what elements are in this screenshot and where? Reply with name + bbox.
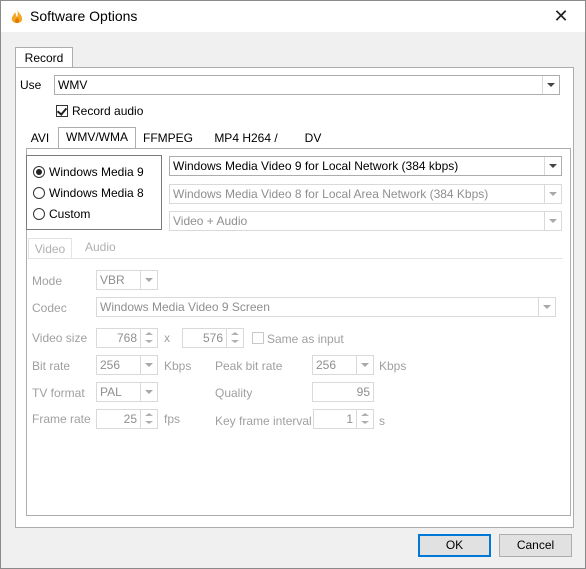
key-frame-unit: s [379,414,385,428]
frame-rate-spinner: 25 [96,409,158,429]
spin-arrows-icon [356,410,373,428]
peak-bitrate-value: 256 [316,358,337,372]
x-label: x [164,331,170,345]
check-icon [56,105,68,116]
close-icon[interactable]: ✕ [549,5,573,27]
cancel-button[interactable]: Cancel [499,534,572,557]
title-bar: Software Options ✕ [1,1,585,32]
quality-value: 95 [356,385,370,399]
tab-audio: Audio [85,240,116,254]
use-select-value: WMV [58,78,88,92]
codec-label: Codec [32,301,67,315]
fps-unit: fps [164,412,181,426]
chevron-down-icon [140,356,157,374]
radio-custom-label: Custom [49,207,91,221]
bitrate-value: 256 [100,358,121,372]
mode-select: VBR [96,270,158,290]
quality-field: 95 [312,382,374,402]
tab-ffmpeg[interactable]: FFMPEG [143,129,193,148]
radio-wm9-label: Windows Media 9 [49,165,144,179]
video-width-spinner: 768 [96,328,158,348]
ok-button[interactable]: OK [418,534,491,557]
video-height-value: 576 [202,331,223,345]
flame-icon [11,9,23,24]
custom-profile-value: Video + Audio [173,214,248,228]
spin-arrows-icon [226,329,243,347]
chevron-down-icon [544,185,561,203]
chevron-down-icon [356,356,373,374]
codec-select: Windows Media Video 9 Screen [96,297,556,317]
radio-wm9[interactable] [33,166,45,178]
tab-avi[interactable]: AVI [30,129,50,148]
chevron-down-icon [140,383,157,401]
wm8-profile-select: Windows Media Video 8 for Local Area Net… [169,184,562,204]
software-options-dialog: Software Options ✕ Record Use WMV Record… [0,0,586,569]
key-frame-spinner: 1 [313,409,374,429]
chevron-down-icon [538,298,555,316]
quality-label: Quality [215,386,253,400]
wm9-profile-value: Windows Media Video 9 for Local Network … [173,159,459,173]
tab-wmv-wma[interactable]: WMV/WMA [58,127,136,150]
tab-record[interactable]: Record [15,47,73,69]
chevron-down-icon [140,271,157,289]
spin-arrows-icon [140,410,157,428]
tab-video: Video [28,238,72,259]
window-title: Software Options [30,8,138,24]
peak-bitrate-select: 256 [312,355,374,375]
chevron-down-icon[interactable] [544,157,561,175]
same-as-input-checkbox [252,332,264,344]
key-frame-label: Key frame interval [215,414,312,428]
video-settings-panel [28,258,563,499]
peak-bitrate-label: Peak bit rate [215,359,283,373]
tv-format-select: PAL [96,382,158,402]
peak-bitrate-unit: Kbps [379,359,407,373]
mode-value: VBR [100,273,125,287]
bitrate-unit: Kbps [164,359,192,373]
custom-profile-select: Video + Audio [169,211,562,231]
same-as-input-label: Same as input [267,332,344,346]
radio-custom[interactable] [33,208,45,220]
spin-arrows-icon [140,329,157,347]
tab-dv[interactable]: DV [304,129,322,148]
radio-wm8[interactable] [33,187,45,199]
tab-mp4[interactable]: MP4 H264 / MP4 [204,129,288,164]
radio-wm8-label: Windows Media 8 [49,186,144,200]
key-frame-value: 1 [346,412,353,426]
frame-rate-value: 25 [123,412,137,426]
video-width-value: 768 [116,331,137,345]
wm9-profile-select[interactable]: Windows Media Video 9 for Local Network … [169,156,562,176]
record-audio-label: Record audio [72,104,144,118]
use-select[interactable]: WMV [54,75,560,95]
tv-format-value: PAL [100,385,122,399]
chevron-down-icon [544,212,561,230]
wm8-profile-value: Windows Media Video 8 for Local Area Net… [173,187,489,201]
video-size-label: Video size [32,331,88,345]
chevron-down-icon[interactable] [542,76,559,94]
mode-label: Mode [32,274,63,288]
bitrate-label: Bit rate [32,359,71,373]
video-height-spinner: 576 [182,328,244,348]
tv-format-label: TV format [32,386,85,400]
record-audio-checkbox[interactable] [56,105,68,117]
bitrate-select: 256 [96,355,158,375]
codec-value: Windows Media Video 9 Screen [100,300,270,314]
frame-rate-label: Frame rate [32,412,91,426]
use-label: Use [20,78,42,92]
